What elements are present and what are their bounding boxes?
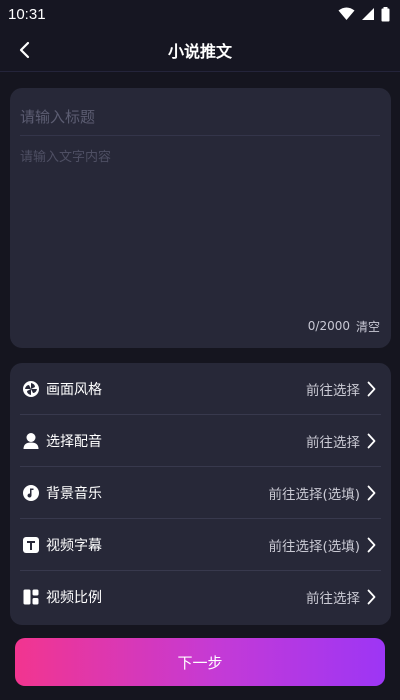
- music-icon: [22, 484, 40, 502]
- option-label: 视频字幕: [46, 538, 102, 554]
- signal-icon: [362, 8, 374, 20]
- option-value: 前往选择: [306, 591, 360, 607]
- option-value: 前往选择: [306, 383, 360, 399]
- subtitle-icon: [22, 536, 40, 554]
- char-counter: 0/2000: [307, 319, 350, 333]
- chevron-right-icon: [365, 433, 377, 449]
- option-subtitle[interactable]: 视频字幕 前往选择(选填): [10, 519, 391, 571]
- voice-icon: [22, 432, 40, 450]
- option-style[interactable]: 画面风格 前往选择: [10, 363, 391, 415]
- option-value: 前往选择(选填): [268, 539, 360, 555]
- editor-card: 0/2000 清空: [10, 88, 391, 348]
- clear-button[interactable]: 清空: [356, 318, 380, 335]
- back-button[interactable]: [10, 36, 38, 64]
- battery-icon: [381, 6, 390, 21]
- option-label: 视频比例: [46, 590, 102, 606]
- style-icon: [22, 380, 40, 398]
- wifi-icon: [338, 7, 355, 20]
- option-value: 前往选择: [306, 435, 360, 451]
- option-music[interactable]: 背景音乐 前往选择(选填): [10, 467, 391, 519]
- title-input[interactable]: [20, 98, 380, 136]
- status-bar: 10:31: [0, 0, 400, 28]
- chevron-right-icon: [365, 537, 377, 553]
- option-label: 画面风格: [46, 382, 102, 398]
- status-icons: [338, 6, 390, 22]
- chevron-right-icon: [365, 485, 377, 501]
- chevron-right-icon: [365, 381, 377, 397]
- chevron-right-icon: [365, 589, 377, 605]
- page-title: 小说推文: [167, 41, 232, 61]
- ratio-icon: [22, 588, 40, 606]
- option-ratio[interactable]: 视频比例 前往选择: [10, 571, 391, 623]
- content-input[interactable]: [20, 146, 380, 316]
- option-label: 选择配音: [46, 434, 102, 450]
- next-button[interactable]: 下一步: [15, 638, 385, 686]
- status-time: 10:31: [8, 5, 46, 23]
- header: 小说推文: [0, 28, 400, 72]
- options-card: 画面风格 前往选择 选择配音 前往选择 背景音乐 前往选择(选填) 视频字幕 前…: [10, 363, 391, 625]
- option-voice[interactable]: 选择配音 前往选择: [10, 415, 391, 467]
- option-value: 前往选择(选填): [268, 487, 360, 503]
- counter-row: 0/2000 清空: [308, 317, 380, 335]
- option-label: 背景音乐: [46, 486, 102, 502]
- back-chevron-icon: [19, 41, 30, 59]
